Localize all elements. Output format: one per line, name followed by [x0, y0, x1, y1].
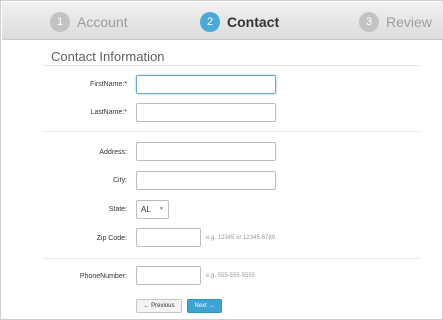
step-label-account: Account [77, 14, 128, 30]
phone-number-help: e.g. 555-555-5555 [206, 273, 256, 279]
step-contact[interactable]: 2 Contact [200, 11, 279, 33]
city-field[interactable] [136, 171, 276, 190]
form-divider [43, 258, 419, 259]
step-account[interactable]: 1 Account [50, 11, 128, 33]
zip-code-field[interactable] [136, 228, 201, 247]
state-select-value: AL [141, 205, 151, 214]
step-review[interactable]: 3 Review [359, 11, 432, 33]
section-title-divider [43, 65, 419, 66]
step-number-3: 3 [359, 12, 379, 32]
address-label: Address: [99, 149, 127, 156]
last-name-label: LastName:* [90, 109, 127, 116]
last-name-field[interactable] [136, 103, 276, 122]
zip-code-label: Zip Code: [96, 235, 127, 242]
section-title: Contact Information [51, 49, 165, 64]
wizard-frame: 1 Account 2 Contact 3 Review Contact Inf… [0, 0, 443, 320]
previous-button[interactable]: ← Previous [136, 299, 182, 313]
step-label-contact: Contact [227, 14, 280, 30]
address-field[interactable] [136, 142, 276, 161]
chevron-down-icon: ▼ [159, 206, 164, 212]
step-number-1: 1 [50, 12, 70, 32]
wizard-stepper: 1 Account 2 Contact 3 Review [2, 2, 443, 40]
city-label: City: [113, 177, 127, 184]
phone-number-label: PhoneNumber: [79, 273, 127, 280]
zip-code-help: e.g. 12345 or 12345-6789 [206, 235, 276, 241]
state-select[interactable]: AL ▼ [136, 200, 169, 219]
step-label-review: Review [386, 14, 432, 30]
phone-number-field[interactable] [136, 266, 201, 285]
form-divider [43, 131, 419, 132]
step-number-2: 2 [200, 12, 220, 32]
first-name-field[interactable] [136, 75, 276, 94]
first-name-label: FirstName:* [90, 81, 127, 88]
next-button[interactable]: Next → [187, 299, 222, 313]
state-label: State: [108, 206, 127, 213]
